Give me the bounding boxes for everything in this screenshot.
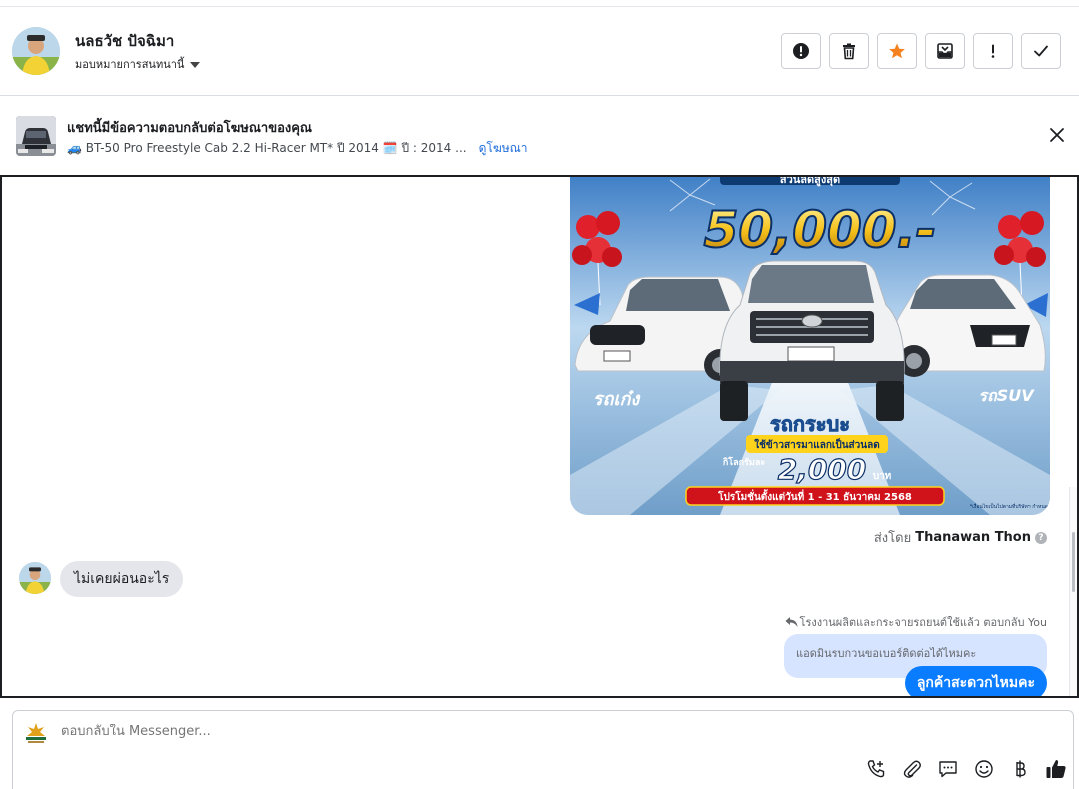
assign-label: มอบหมายการสนทนานี้: [75, 58, 185, 71]
ad-description: 🚙 BT-50 Pro Freestyle Cab 2.2 Hi-Racer M…: [67, 141, 467, 155]
ad-thumbnail[interactable]: [16, 116, 56, 156]
phone-plus-icon: [867, 760, 885, 778]
ad-banner-title: แชทนี้มีข้อความตอบกลับต่อโฆษณาของคุณ: [67, 121, 312, 136]
page-logo: [23, 720, 49, 746]
star-icon: [889, 43, 905, 59]
call-button[interactable]: [865, 758, 887, 780]
done-button[interactable]: [1021, 33, 1061, 69]
reply-note: โรงงานผลิตและกระจายรถยนต์ใช้แล้ว ตอบกลับ…: [785, 613, 1047, 631]
delete-button[interactable]: [829, 33, 869, 69]
emoji-icon: [975, 760, 993, 778]
suv-label: รถSUV: [978, 386, 1035, 405]
sent-by-name: Thanawan Thon: [915, 530, 1031, 545]
message-thread[interactable]: ส่วนลดสูงสุด 50,000.- รถเก๋ง รถSUV รถกระ…: [0, 175, 1079, 698]
price-unit-text: บาท: [873, 471, 892, 482]
sent-by-prefix: ส่งโดย: [873, 531, 912, 546]
close-icon: [1050, 128, 1064, 142]
outgoing-message[interactable]: ลูกค้าสะดวกไหมคะ: [904, 666, 1047, 696]
emoji-button[interactable]: [973, 758, 995, 780]
thread-scrollbar[interactable]: [1069, 487, 1077, 696]
reply-input[interactable]: [61, 724, 661, 739]
attach-button[interactable]: [901, 758, 923, 780]
follow-up-button[interactable]: [973, 33, 1013, 69]
exclamation-icon: [991, 44, 995, 58]
incoming-message[interactable]: ไม่เคยผ่อนอะไร: [60, 561, 184, 597]
fine-print-text: *เงื่อนไขเป็นไปตามที่บริษัทฯ กำหนด: [970, 502, 1048, 510]
conversation-header: นลธวัช ปัจฉิมา มอบหมายการสนทนานี้: [0, 7, 1079, 96]
reply-note-text: โรงงานผลิตและกระจายรถยนต์ใช้แล้ว ตอบกลับ…: [799, 616, 1047, 629]
pickup-label: รถกระบะ: [770, 412, 850, 436]
contact-avatar[interactable]: [12, 27, 60, 75]
promo-image-attachment[interactable]: ส่วนลดสูงสุด 50,000.- รถเก๋ง รถSUV รถกระ…: [570, 175, 1050, 515]
close-banner-button[interactable]: [1049, 127, 1065, 143]
composer-tools: [865, 758, 1067, 780]
baht-icon: [1016, 760, 1026, 778]
price-text: 2,000: [778, 453, 867, 486]
like-button[interactable]: [1045, 758, 1067, 780]
ad-banner-subtitle: 🚙 BT-50 Pro Freestyle Cab 2.2 Hi-Racer M…: [67, 139, 528, 158]
alert-circle-icon: [793, 43, 809, 59]
sent-by-label: ส่งโดย Thanawan Thon ?: [874, 527, 1047, 548]
view-ad-link[interactable]: ดูโฆษณา: [479, 139, 528, 158]
scrollbar-thumb[interactable]: [1072, 532, 1075, 592]
check-icon: [1034, 45, 1048, 57]
promo-top-text: ส่วนลดสูงสุด: [780, 175, 840, 187]
quoted-message-text: แอดมินรบกวนขอเบอร์ติดต่อได้ไหมคะ: [796, 647, 977, 660]
archive-icon: [937, 43, 953, 59]
star-button[interactable]: [877, 33, 917, 69]
sedan-label: รถเก๋ง: [593, 389, 642, 410]
reply-composer: [12, 710, 1074, 789]
archive-button[interactable]: [925, 33, 965, 69]
saved-replies-button[interactable]: [937, 758, 959, 780]
assign-conversation-dropdown[interactable]: มอบหมายการสนทนานี้: [75, 55, 201, 73]
paperclip-icon: [903, 760, 921, 778]
promo-period-text: โปรโมชั่นตั้งแต่วันที่ 1 - 31 ธันวาคม 25…: [717, 489, 912, 503]
spam-button[interactable]: [781, 33, 821, 69]
reply-arrow-icon: [785, 617, 798, 627]
trade-text: ใช้ข้าวสารมาแลกเป็นส่วนลด: [754, 437, 879, 451]
ad-reply-banner: แชทนี้มีข้อความตอบกลับต่อโฆษณาของคุณ 🚙 B…: [0, 96, 1079, 175]
contact-avatar-small[interactable]: [19, 562, 51, 594]
contact-name[interactable]: นลธวัช ปัจฉิมา: [75, 29, 174, 53]
promo-headline: 50,000.-: [704, 201, 937, 259]
chat-bubble-icon: [939, 761, 957, 778]
per-kg-text: กิโลกรัมละ: [722, 456, 765, 468]
trash-icon: [843, 43, 855, 60]
help-icon[interactable]: ?: [1035, 531, 1047, 544]
caret-down-icon: [190, 61, 201, 68]
header-actions: [781, 33, 1061, 69]
payment-button[interactable]: [1009, 758, 1031, 780]
thumbs-up-icon: [1046, 760, 1066, 778]
